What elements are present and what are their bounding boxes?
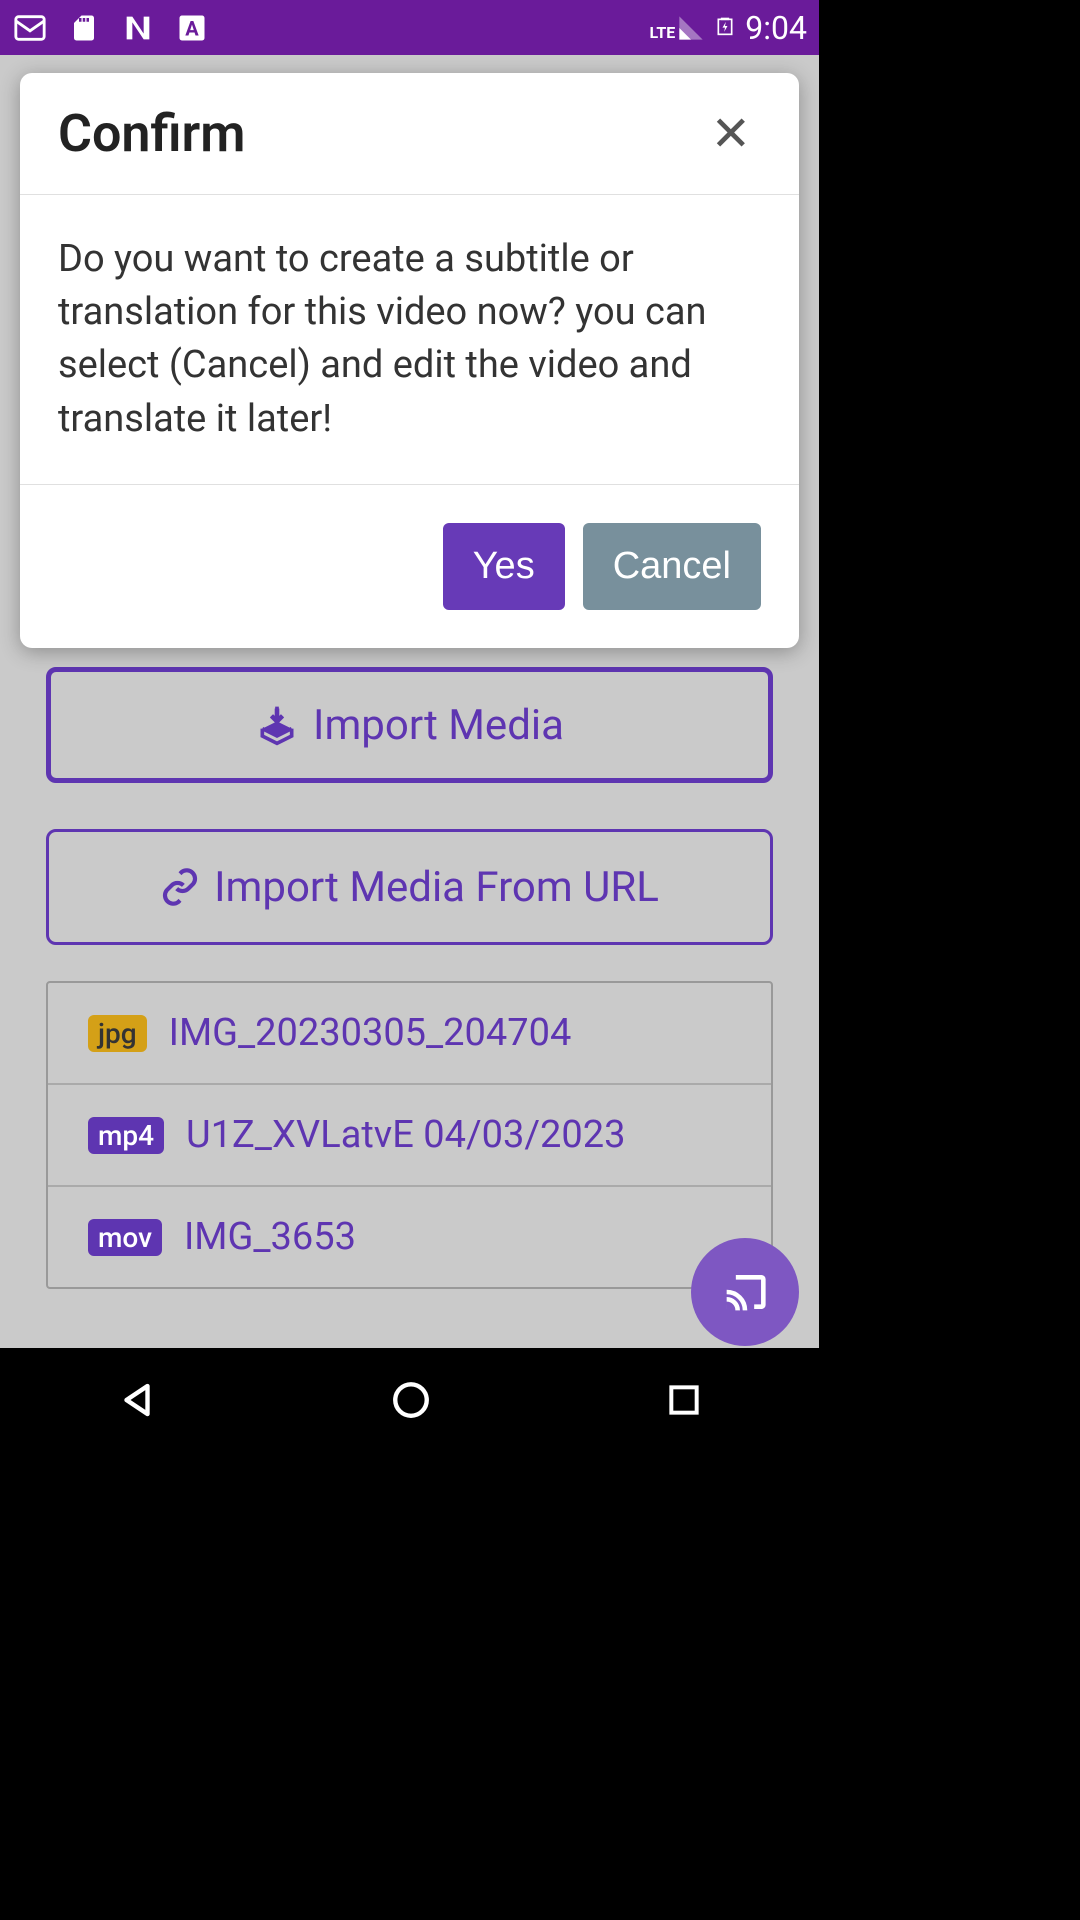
navigation-bar [0, 1348, 819, 1456]
status-left-icons: A [12, 10, 210, 46]
svg-text:A: A [185, 16, 199, 40]
modal-header: Confirm ✕ [20, 73, 799, 195]
cancel-button[interactable]: Cancel [583, 523, 761, 610]
back-icon [116, 1379, 158, 1421]
modal-overlay: Confirm ✕ Do you want to create a subtit… [0, 55, 819, 1348]
signal-icon [677, 14, 705, 42]
modal-footer: Yes Cancel [20, 485, 799, 648]
lte-indicator: LTE [650, 23, 676, 42]
recent-square-icon [665, 1381, 703, 1419]
status-right-icons: LTE 9:04 [650, 9, 808, 47]
status-bar: A LTE 9:04 [0, 0, 819, 55]
close-icon[interactable]: ✕ [701, 105, 761, 162]
home-circle-icon [390, 1379, 432, 1421]
main-content: Import Media Import Media From URL jpg I… [0, 55, 819, 1348]
a-app-icon: A [174, 10, 210, 46]
sd-card-icon [66, 10, 102, 46]
recent-button[interactable] [665, 1381, 703, 1423]
modal-body: Do you want to create a subtitle or tran… [20, 195, 799, 485]
signal-area: LTE [650, 14, 706, 42]
confirm-modal: Confirm ✕ Do you want to create a subtit… [20, 73, 799, 648]
n-icon [120, 10, 156, 46]
yes-button[interactable]: Yes [443, 523, 565, 610]
status-time: 9:04 [745, 9, 807, 47]
modal-title: Confirm [58, 103, 245, 164]
back-button[interactable] [116, 1379, 158, 1425]
battery-icon [715, 9, 735, 47]
home-button[interactable] [390, 1379, 432, 1425]
gmail-icon [12, 10, 48, 46]
